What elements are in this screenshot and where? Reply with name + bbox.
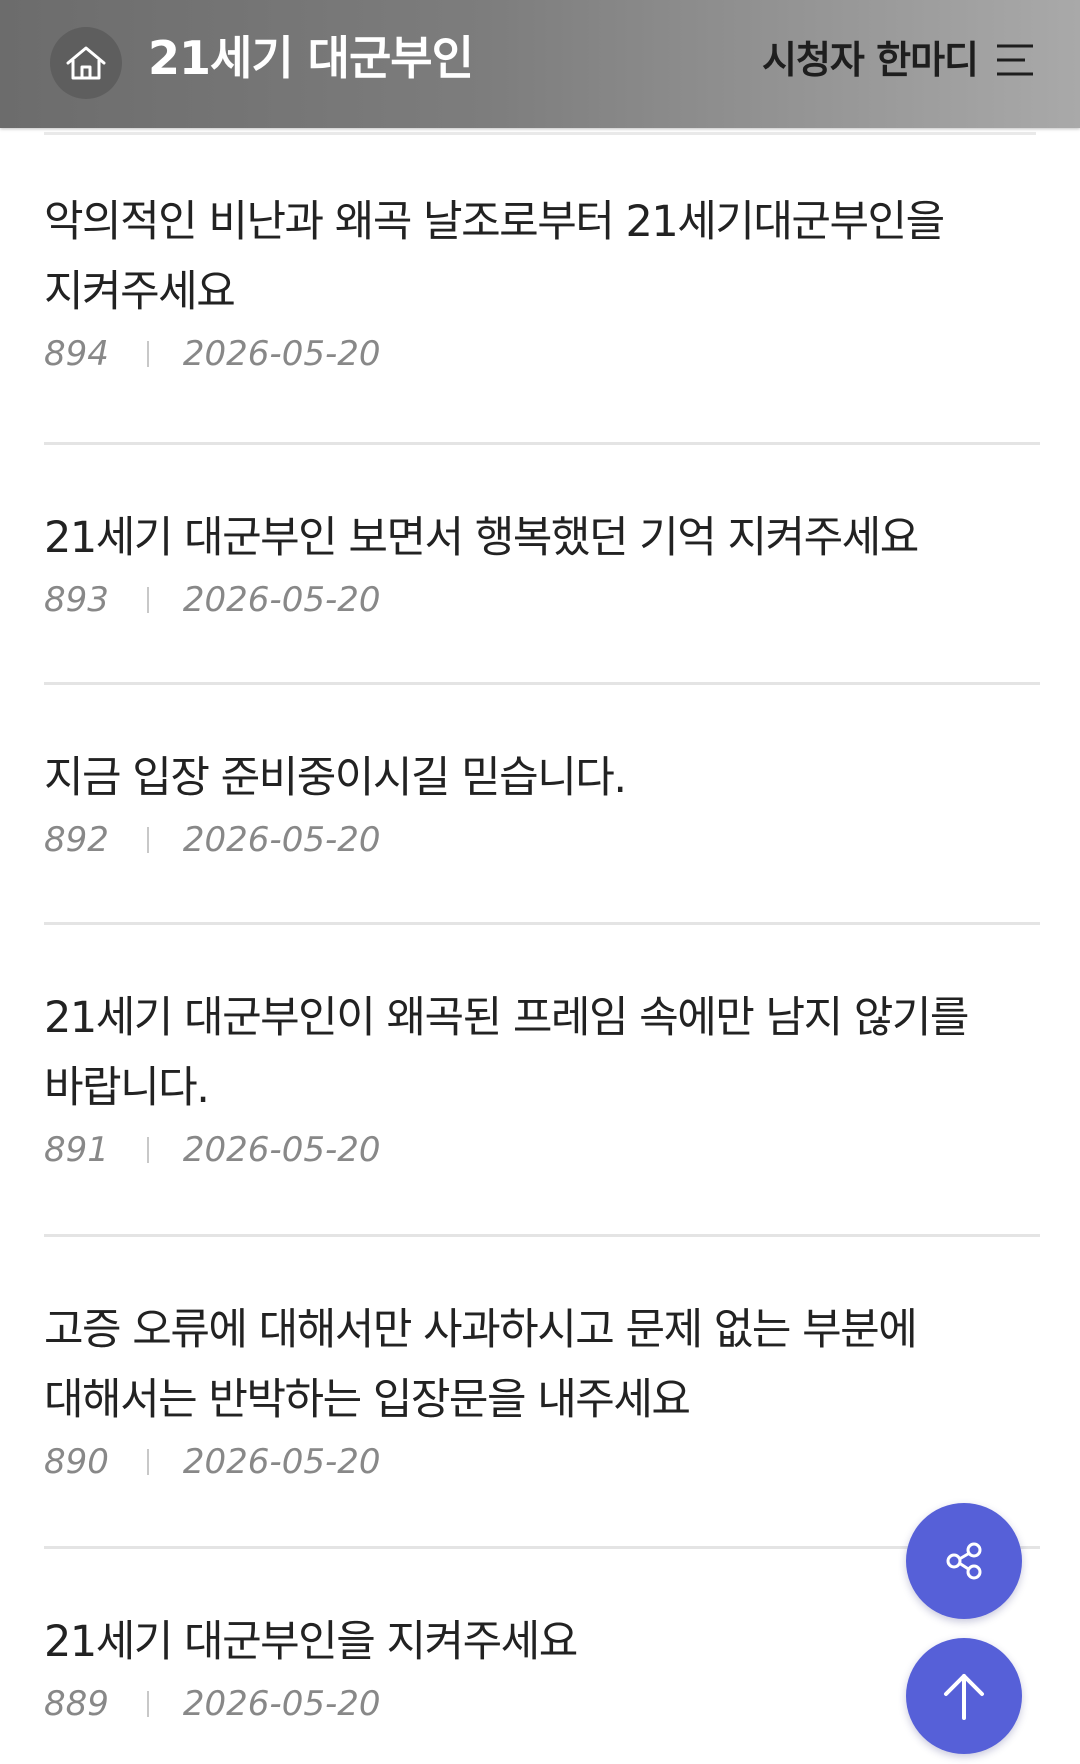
post-number: 889 [44,1684,109,1724]
meta-separator [146,1691,149,1717]
home-icon [66,46,106,80]
post-meta: 892 2026-05-20 [44,815,1040,865]
post-meta: 890 2026-05-20 [44,1437,1040,1487]
post-number: 892 [44,820,109,860]
post-number: 893 [44,580,109,620]
post-title[interactable]: 21세기 대군부인이 왜곡된 프레임 속에만 남지 않기를 바랍니다. [44,983,1040,1123]
meta-separator [146,1137,149,1163]
post-item[interactable]: 21세기 대군부인 보면서 행복했던 기억 지켜주세요 893 2026-05-… [44,445,1040,685]
post-item[interactable]: 고증 오류에 대해서만 사과하시고 문제 없는 부분에 대해서는 반박하는 입장… [44,1237,1040,1549]
post-item[interactable]: 지금 입장 준비중이시길 믿습니다. 892 2026-05-20 [44,685,1040,925]
post-meta: 894 2026-05-20 [44,329,1040,379]
post-item[interactable]: 21세기 대군부인을 지켜주세요 889 2026-05-20 [44,1549,1040,1764]
post-date: 2026-05-20 [182,580,381,620]
hamburger-menu-icon[interactable] [994,40,1036,80]
meta-separator [146,341,149,367]
post-number: 894 [44,334,109,374]
post-title[interactable]: 21세기 대군부인 보면서 행복했던 기억 지켜주세요 [44,503,1040,573]
post-number: 891 [44,1130,109,1170]
page: 21세기 대군부인 시청자 한마디 악의적인 비난과 왜곡 날조로부터 21세기… [0,0,1080,1764]
app-header: 21세기 대군부인 시청자 한마디 [0,0,1080,128]
post-title[interactable]: 21세기 대군부인을 지켜주세요 [44,1607,1040,1677]
meta-separator [146,1449,149,1475]
share-icon [946,1542,982,1580]
share-button[interactable] [906,1503,1022,1619]
viewer-comments-menu[interactable]: 시청자 한마디 [762,32,1036,88]
post-date: 2026-05-20 [182,1684,381,1724]
page-title: 21세기 대군부인 [148,31,474,85]
post-item[interactable]: 악의적인 비난과 왜곡 날조로부터 21세기대군부인을 지켜주세요 894 20… [44,135,1040,445]
arrow-up-icon [944,1674,984,1720]
scroll-top-button[interactable] [906,1638,1022,1754]
meta-separator [146,587,149,613]
post-meta: 893 2026-05-20 [44,575,1040,625]
post-date: 2026-05-20 [182,334,381,374]
home-button[interactable] [50,27,122,99]
post-number: 890 [44,1442,109,1482]
post-item[interactable]: 21세기 대군부인이 왜곡된 프레임 속에만 남지 않기를 바랍니다. 891 … [44,925,1040,1237]
post-date: 2026-05-20 [182,1442,381,1482]
post-title[interactable]: 고증 오류에 대해서만 사과하시고 문제 없는 부분에 대해서는 반박하는 입장… [44,1295,1040,1435]
post-list: 악의적인 비난과 왜곡 날조로부터 21세기대군부인을 지켜주세요 894 20… [0,128,1080,1764]
viewer-comments-link[interactable]: 시청자 한마디 [762,32,979,88]
post-title[interactable]: 악의적인 비난과 왜곡 날조로부터 21세기대군부인을 지켜주세요 [44,187,1040,327]
post-date: 2026-05-20 [182,820,381,860]
post-meta: 891 2026-05-20 [44,1125,1040,1175]
post-date: 2026-05-20 [182,1130,381,1170]
post-meta: 889 2026-05-20 [44,1679,1040,1729]
meta-separator [146,827,149,853]
post-title[interactable]: 지금 입장 준비중이시길 믿습니다. [44,743,1040,813]
